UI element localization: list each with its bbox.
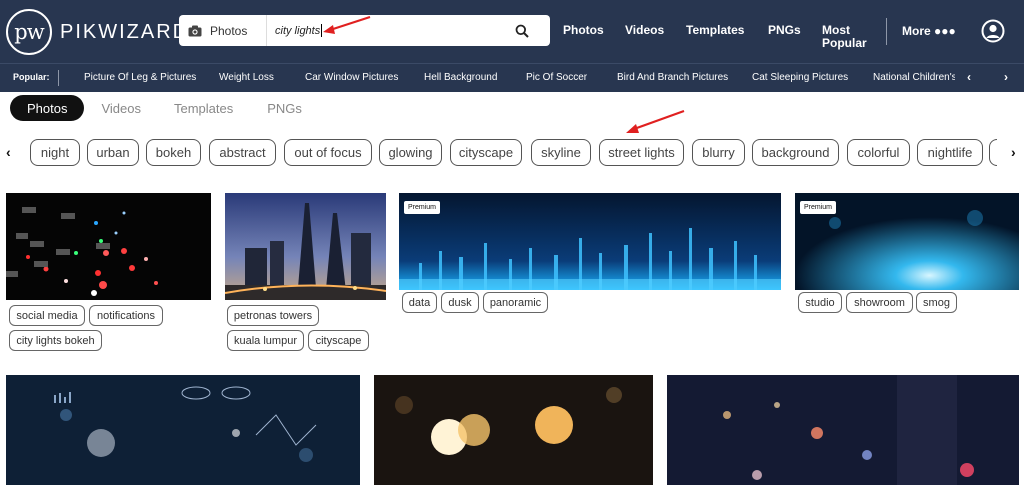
top-header: pw PIKWIZARD Photos city lights Photos V… (0, 0, 1024, 63)
popular-item[interactable]: Hell Background (424, 72, 497, 83)
photo-tag[interactable]: smog (916, 292, 957, 313)
search-bar: Photos city lights (179, 15, 550, 46)
popular-item[interactable]: Picture Of Leg & Pictures (84, 72, 196, 83)
popular-item[interactable]: Cat Sleeping Pictures (752, 72, 848, 83)
search-query-text: city lights (275, 24, 321, 37)
popular-item[interactable]: Weight Loss (219, 72, 274, 83)
photo-tag[interactable]: data (402, 292, 437, 313)
tag-chip[interactable]: nightlife (917, 139, 983, 166)
photo-thumbnail (6, 375, 360, 485)
tag-chip[interactable]: blurry (692, 139, 745, 166)
tab-photos[interactable]: Photos (10, 95, 85, 121)
camera-icon (188, 25, 202, 36)
photo-tag[interactable]: showroom (846, 292, 913, 313)
popular-item[interactable]: Car Window Pictures (305, 72, 398, 83)
photo-card-city-night-bokeh[interactable] (667, 375, 1019, 485)
tab-templates[interactable]: Templates (174, 95, 233, 121)
tag-chip[interactable]: abstract (209, 139, 276, 166)
photo-card-bokeh-lights[interactable] (374, 375, 653, 485)
popular-next-icon[interactable]: › (1004, 70, 1008, 84)
tab-pngs[interactable]: PNGs (267, 95, 302, 121)
search-input[interactable]: city lights (267, 15, 494, 46)
popular-prev-icon[interactable]: ‹ (967, 70, 971, 84)
tag-chip[interactable]: glowing (379, 139, 442, 166)
tag-chip[interactable]: out of focus (284, 139, 372, 166)
photo-tag[interactable]: notifications (89, 305, 163, 326)
nav-templates[interactable]: Templates (686, 24, 744, 37)
tag-chip[interactable]: background (752, 139, 839, 166)
tag-chip[interactable]: street lights (599, 139, 684, 166)
popular-searches-bar: Popular: Picture Of Leg & Pictures Weigh… (0, 63, 1024, 92)
chips-prev-icon[interactable]: ‹ (6, 144, 11, 160)
nav-most-popular-line2: Popular (822, 36, 867, 50)
popular-label: Popular: (13, 72, 50, 82)
nav-most-popular[interactable]: Most Popular (822, 24, 867, 50)
premium-badge: Premium (404, 201, 441, 214)
media-type-tabs: Photos Videos Templates PNGs (10, 95, 302, 121)
photo-tag[interactable]: city lights bokeh (9, 330, 102, 351)
photo-tag[interactable]: panoramic (483, 292, 548, 313)
user-account-icon[interactable] (981, 19, 1005, 48)
search-type-label: Photos (210, 23, 248, 38)
photo-tag[interactable]: petronas towers (227, 305, 319, 326)
tag-chip-partial[interactable] (989, 139, 997, 166)
photo-card-social-media-bokeh[interactable] (6, 193, 211, 300)
popular-divider (58, 70, 59, 86)
logo-mark: pw (6, 9, 52, 55)
nav-videos[interactable]: Videos (625, 24, 664, 37)
photo-thumbnail (225, 193, 386, 300)
nav-pngs[interactable]: PNGs (768, 24, 801, 37)
nav-most-popular-line1: Most (822, 23, 850, 37)
premium-badge: Premium (800, 201, 837, 214)
photo-card-petronas-towers[interactable] (225, 193, 386, 300)
chips-next-icon[interactable]: › (1011, 144, 1016, 160)
tab-videos[interactable]: Videos (101, 95, 141, 121)
search-icon (515, 24, 529, 38)
tag-chip[interactable]: urban (87, 139, 139, 166)
nav-photos[interactable]: Photos (563, 24, 604, 37)
photo-thumbnail (6, 193, 211, 300)
nav-more-menu[interactable]: More ●●● (902, 25, 956, 38)
annotation-arrow-chip (626, 109, 685, 133)
tag-chip[interactable]: colorful (847, 139, 910, 166)
photo-tag[interactable]: kuala lumpur (227, 330, 304, 351)
tag-chip[interactable]: skyline (531, 139, 591, 166)
photo-thumbnail (374, 375, 653, 485)
photo-tag[interactable]: dusk (441, 292, 479, 313)
tag-chip[interactable]: cityscape (450, 139, 522, 166)
photo-card-studio-showroom[interactable]: Premium (795, 193, 1019, 290)
photo-card-data-panoramic[interactable]: Premium (399, 193, 781, 290)
popular-items-track: Picture Of Leg & Pictures Weight Loss Ca… (60, 64, 955, 92)
popular-item[interactable]: Pic Of Soccer (526, 72, 587, 83)
search-button[interactable] (494, 15, 550, 46)
search-type-selector[interactable]: Photos (179, 15, 267, 46)
photo-tag[interactable]: studio (798, 292, 842, 313)
photo-card-dashboard-overlay[interactable] (6, 375, 360, 485)
photo-tag[interactable]: cityscape (308, 330, 369, 351)
logo-text: PIKWIZARD (60, 20, 190, 43)
photo-tag[interactable]: social media (9, 305, 85, 326)
popular-item[interactable]: Bird And Branch Pictures (617, 72, 728, 83)
popular-item[interactable]: National Children's C (873, 72, 955, 83)
tag-chip[interactable]: bokeh (146, 139, 201, 166)
tag-chip[interactable]: night (30, 139, 80, 166)
nav-divider (886, 18, 887, 45)
text-caret (321, 24, 323, 37)
related-tags-row: night urban bokeh abstract out of focus … (29, 137, 997, 169)
photo-thumbnail (399, 193, 781, 290)
photo-thumbnail (667, 375, 1019, 485)
pikwizard-logo[interactable]: pw PIKWIZARD (6, 9, 189, 55)
